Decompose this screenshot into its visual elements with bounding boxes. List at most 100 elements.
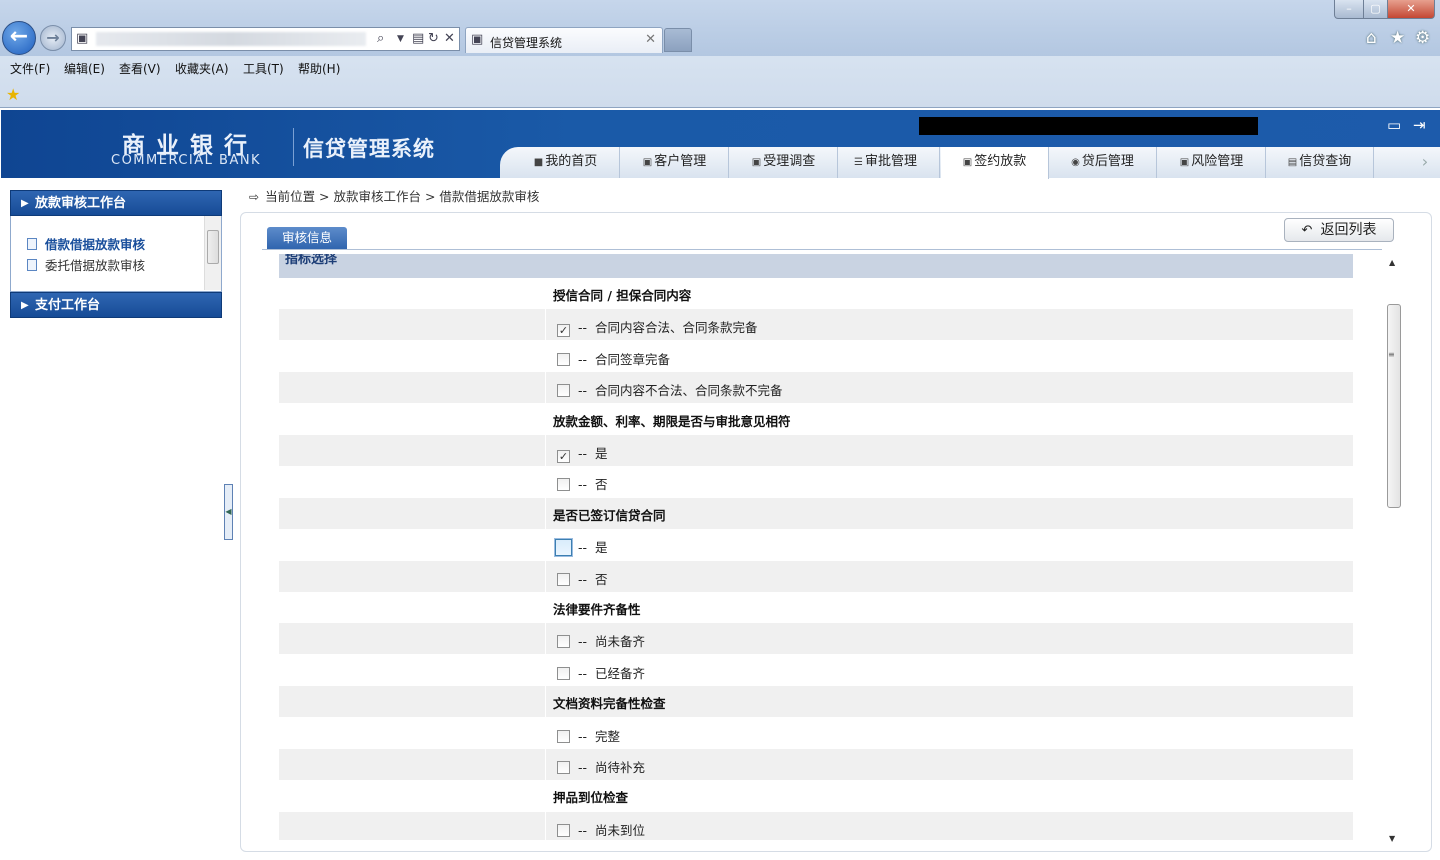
content-scrollbar[interactable]: ▲ ≡ ▼ — [1385, 256, 1403, 846]
menu-favorites[interactable]: 收藏夹(A) — [175, 60, 229, 77]
nav-tab-home[interactable]: ■ 我的首页 — [512, 147, 620, 178]
option-label[interactable]: 是 — [595, 446, 608, 461]
sidebar-item-entrusted-receipt-review[interactable]: 委托借据放款审核 — [27, 255, 145, 274]
stop-icon[interactable]: ✕ — [444, 31, 455, 46]
breadcrumb-text: 当前位置 > 放款审核工作台 > 借款借据放款审核 — [265, 189, 540, 204]
favorites-star-icon[interactable]: ★ — [1390, 28, 1405, 48]
option-prefix: -- — [578, 540, 588, 556]
sidebar-scrollbar[interactable] — [204, 216, 221, 290]
nav-tab-contract[interactable]: ▣ 签约放款 — [941, 147, 1049, 179]
home-icon[interactable]: ⌂ — [1366, 28, 1377, 48]
location-icon: ⇨ — [249, 190, 260, 204]
label-cell — [279, 497, 546, 529]
nav-tab-query[interactable]: ▤ 信贷查询 — [1266, 147, 1374, 178]
option-checkbox[interactable] — [557, 761, 570, 774]
option-row: -- 是 — [279, 529, 1353, 560]
option-item: -- 否 — [557, 474, 608, 493]
nav-tab-survey[interactable]: ▣ 受理调查 — [730, 147, 838, 178]
sidebar-item-label: 委托借据放款审核 — [45, 258, 146, 273]
sidebar-collapse-handle[interactable]: ◀ — [224, 484, 233, 540]
option-label[interactable]: 尚待补充 — [595, 760, 645, 775]
document-icon — [27, 259, 37, 271]
search-icon[interactable]: ⌕ — [377, 31, 384, 46]
option-prefix: -- — [578, 477, 588, 493]
menu-tools[interactable]: 工具(T) — [243, 60, 284, 77]
return-list-button[interactable]: ↶ 返回列表 — [1284, 218, 1394, 242]
option-checkbox[interactable] — [557, 352, 570, 366]
compat-view-icon[interactable]: ▤ — [412, 31, 424, 46]
dropdown-icon[interactable]: ▼ — [397, 34, 404, 44]
nav-next-arrow-icon[interactable]: › — [1410, 147, 1440, 178]
option-label[interactable]: 尚未到位 — [595, 823, 645, 838]
window-minimize-button[interactable]: – — [1334, 0, 1364, 19]
option-label[interactable]: 否 — [595, 477, 608, 492]
option-label[interactable]: 是 — [595, 540, 608, 555]
group-title-row: 授信合同 / 担保合同内容 — [279, 278, 1353, 309]
scroll-up-icon[interactable]: ▲ — [1389, 258, 1395, 267]
address-bar[interactable]: ▣ ⌕ ▼ ▤ ↻ ✕ — [71, 27, 460, 51]
tab-audit-info[interactable]: 审核信息 — [267, 227, 347, 250]
option-label[interactable]: 合同签章完备 — [595, 352, 670, 367]
desktop-icon[interactable]: ▭ — [1387, 116, 1401, 134]
indicator-form: 指标选择 授信合同 / 担保合同内容 ✓ -- 合同内容合法、合同条款完备 -- 合同签章… — [279, 254, 1353, 840]
option-label[interactable]: 已经备齐 — [595, 666, 645, 681]
menu-view[interactable]: 查看(V) — [119, 60, 161, 77]
option-checkbox[interactable] — [557, 572, 570, 586]
scroll-down-icon[interactable]: ▼ — [1389, 834, 1395, 843]
logout-icon[interactable]: ⇥ — [1413, 116, 1426, 134]
option-prefix: -- — [578, 383, 588, 399]
nav-tab-post-loan[interactable]: ◉ 贷后管理 — [1049, 147, 1157, 178]
new-tab-button[interactable] — [664, 28, 692, 52]
nav-tab-customer[interactable]: ▣ 客户管理 — [621, 147, 729, 178]
scrollbar-thumb[interactable] — [1387, 304, 1401, 508]
sidebar-item-loan-receipt-review[interactable]: 借款借据放款审核 — [27, 234, 145, 253]
menu-help[interactable]: 帮助(H) — [298, 60, 340, 77]
nav-tab-label: 签约放款 — [974, 154, 1027, 169]
window-maximize-button[interactable]: ▢ — [1363, 0, 1388, 19]
add-favorite-icon[interactable]: ★ — [6, 85, 20, 104]
gear-icon[interactable]: ⚙ — [1415, 28, 1430, 48]
user-info-redacted — [919, 117, 1258, 135]
option-checkbox[interactable] — [557, 384, 570, 398]
browser-tab[interactable]: ▣ 信贷管理系统 ✕ — [465, 27, 663, 53]
sidebar-section-loan-review[interactable]: ▶ 放款审核工作台 — [10, 190, 222, 216]
option-row: ✓ -- 合同内容合法、合同条款完备 — [279, 309, 1353, 341]
section-header: 指标选择 — [279, 254, 1353, 278]
option-label[interactable]: 完整 — [595, 729, 620, 744]
option-prefix: -- — [578, 760, 588, 775]
nav-tab-approval[interactable]: ☰ 审批管理 — [832, 147, 940, 178]
label-cell — [279, 560, 546, 592]
option-checkbox[interactable]: ✓ — [557, 324, 570, 338]
option-label[interactable]: 合同内容合法、合同条款完备 — [595, 320, 758, 335]
tab-close-icon[interactable]: ✕ — [645, 32, 656, 47]
option-label[interactable]: 合同内容不合法、合同条款不完备 — [595, 383, 783, 398]
forward-button[interactable]: → — [40, 25, 66, 51]
option-checkbox[interactable] — [557, 478, 570, 492]
option-item: -- 合同内容不合法、合同条款不完备 — [557, 380, 783, 399]
option-checkbox[interactable] — [557, 635, 570, 649]
option-label[interactable]: 否 — [595, 572, 608, 587]
sidebar-item-label: 借款借据放款审核 — [45, 237, 146, 252]
option-checkbox[interactable] — [557, 729, 570, 743]
return-arrow-icon: ↶ — [1301, 223, 1313, 238]
option-checkbox[interactable] — [557, 666, 570, 680]
refresh-icon[interactable]: ↻ — [428, 31, 439, 46]
menu-file[interactable]: 文件(F) — [10, 60, 50, 77]
option-checkbox[interactable]: ✓ — [557, 450, 570, 463]
approval-icon: ☰ — [854, 157, 863, 168]
option-prefix: -- — [578, 822, 588, 838]
browser-chrome: – ▢ ✕ ← → ▣ ⌕ ▼ ▤ ↻ ✕ ▣ 信贷管理系统 ✕ ⌂ ★ ⚙ 文… — [0, 0, 1440, 108]
option-item: -- 尚待补充 — [557, 757, 645, 776]
window-close-button[interactable]: ✕ — [1387, 0, 1435, 19]
back-button[interactable]: ← — [2, 21, 36, 55]
option-checkbox[interactable] — [557, 823, 570, 837]
nav-tab-risk[interactable]: ▣ 风险管理 — [1158, 147, 1266, 178]
option-row: -- 合同签章完备 — [279, 341, 1353, 372]
option-checkbox[interactable] — [554, 538, 573, 558]
option-label[interactable]: 尚未备齐 — [595, 634, 645, 649]
sidebar-section-payment[interactable]: ▶ 支付工作台 — [10, 292, 222, 318]
scrollbar-thumb[interactable] — [207, 230, 219, 264]
label-cell — [279, 435, 546, 466]
nav-tab-label: 我的首页 — [545, 154, 598, 169]
menu-edit[interactable]: 编辑(E) — [64, 60, 105, 77]
